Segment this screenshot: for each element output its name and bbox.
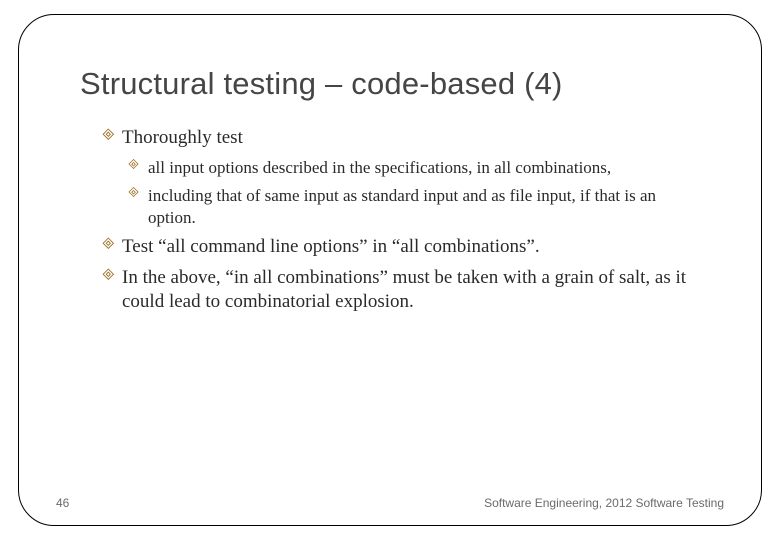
bullet-test-command-line: Test “all command line options” in “all … [102,235,696,260]
page-number: 46 [56,496,69,510]
slide-title: Structural testing – code-based (4) [80,66,756,102]
subbullet-input-options: all input options described in the speci… [128,157,696,179]
bullet-thoroughly-test: Thoroughly test [102,126,696,151]
slide: Structural testing – code-based (4) Thor… [0,0,780,540]
slide-body: Thoroughly test all input options descri… [102,126,696,315]
footer-credit: Software Engineering, 2012 Software Test… [484,496,724,510]
bullet-combinatorial-explosion: In the above, “in all combinations” must… [102,266,696,315]
subbullet-including-same-input: including that of same input as standard… [128,185,696,229]
